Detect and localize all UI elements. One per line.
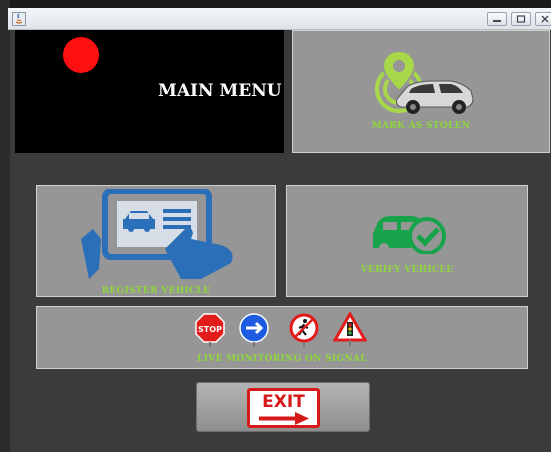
close-button[interactable] [535, 12, 551, 26]
live-monitoring-button[interactable]: STOP LIVE MONITORING ON SIGNAL [36, 306, 528, 369]
mark-as-stolen-label: MARK AS STOLEN [371, 121, 471, 131]
direction-arrow-sign-icon [239, 313, 269, 347]
mark-as-stolen-button[interactable]: MARK AS STOLEN [292, 30, 550, 153]
live-monitoring-label: LIVE MONITORING ON SIGNAL [197, 354, 367, 364]
maximize-icon [516, 15, 526, 23]
close-icon [541, 15, 549, 23]
exit-label: EXIT [262, 392, 305, 412]
register-vehicle-label: REGISTER VEHICLE [101, 286, 211, 296]
main-menu-title: MAIN MENU [158, 81, 282, 101]
minimize-icon [493, 20, 501, 22]
window-left-edge [0, 0, 10, 452]
exit-button[interactable]: EXIT [196, 382, 370, 432]
warning-signal-sign-icon [333, 312, 367, 346]
java-app-icon [12, 12, 26, 26]
tablet-register-vehicle-icon [81, 189, 233, 279]
verify-vehicle-button[interactable]: VERIFY VEHICLE [286, 185, 528, 297]
main-menu-header: MAIN MENU [15, 30, 284, 153]
stop-sign-icon: STOP [195, 313, 225, 347]
stop-sign-text: STOP [198, 325, 222, 334]
verify-vehicle-label: VERIFY VEHICLE [360, 265, 454, 275]
register-vehicle-button[interactable]: REGISTER VEHICLE [36, 185, 276, 297]
red-record-dot-icon [63, 37, 99, 73]
maximize-button[interactable] [511, 12, 531, 26]
title-bar[interactable] [8, 8, 551, 30]
pedestrian-sign-icon [289, 313, 319, 347]
car-check-icon [373, 216, 446, 254]
right-arrow-icon [259, 412, 309, 425]
exit-sign-icon: EXIT [247, 388, 320, 428]
car-location-pin-icon [375, 49, 474, 114]
minimize-button[interactable] [487, 12, 507, 26]
